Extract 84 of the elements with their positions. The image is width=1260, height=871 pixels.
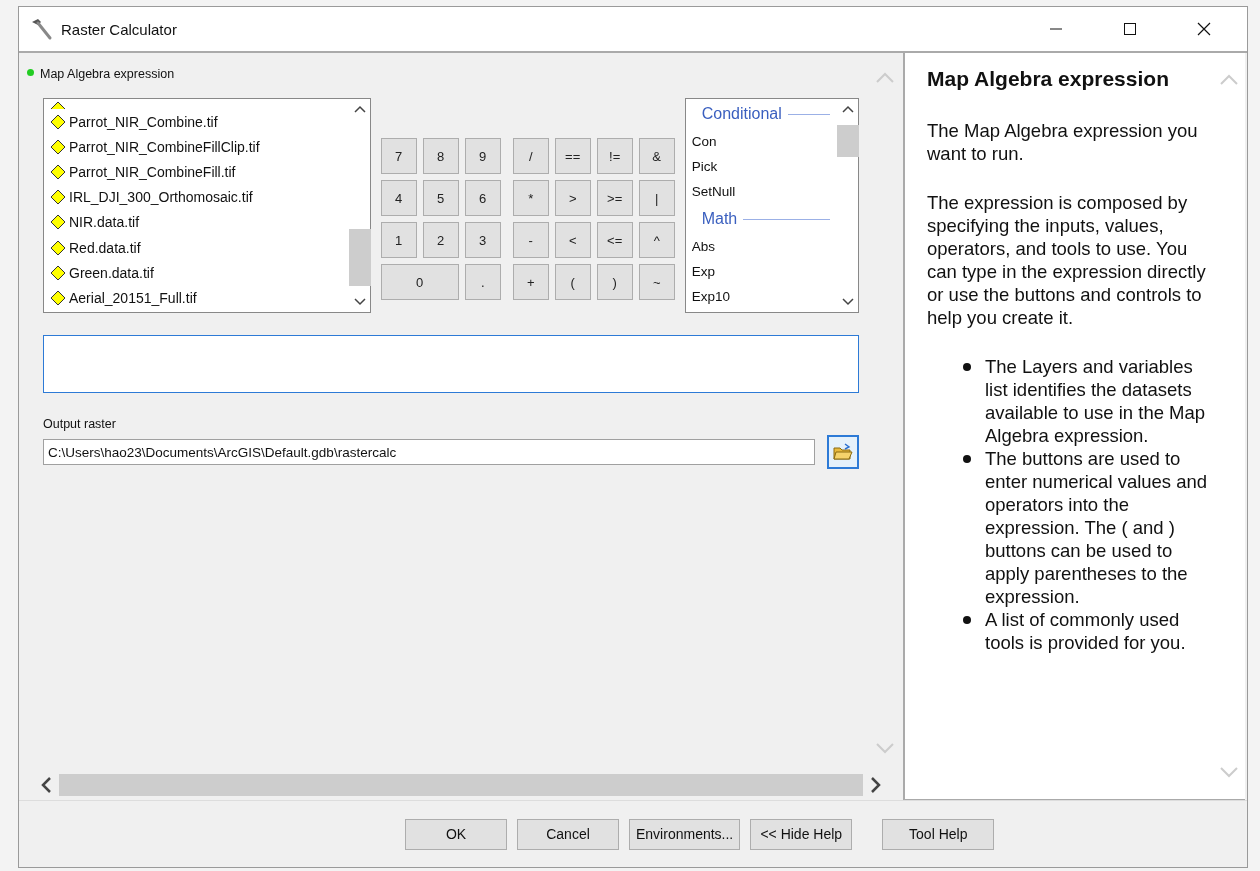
scrollbar-thumb[interactable] bbox=[837, 125, 859, 157]
layer-item[interactable]: NIR.data.tif bbox=[50, 209, 350, 235]
operator-button[interactable]: > bbox=[554, 180, 591, 216]
tool-item[interactable]: Abs bbox=[691, 234, 838, 259]
tool-item[interactable]: Pick bbox=[691, 154, 838, 179]
maximize-icon[interactable] bbox=[1123, 22, 1137, 36]
key-button[interactable]: 2 bbox=[422, 222, 459, 258]
key-button[interactable]: 3 bbox=[464, 222, 501, 258]
tool-item[interactable]: Con bbox=[691, 129, 838, 154]
dialog-button[interactable]: OK bbox=[405, 818, 507, 850]
category-heading: Math bbox=[701, 210, 738, 228]
scroll-down-icon[interactable] bbox=[842, 298, 854, 306]
operator-button[interactable]: * bbox=[512, 180, 549, 216]
layer-item[interactable]: IRL_DJI_300_Orthomosaic.tif bbox=[50, 184, 350, 210]
key-button[interactable]: 9 bbox=[464, 138, 501, 174]
tool-item[interactable]: Exp10 bbox=[691, 284, 838, 309]
close-icon[interactable] bbox=[1197, 22, 1211, 36]
expression-field[interactable] bbox=[43, 335, 859, 393]
dialog-button[interactable]: << Hide Help bbox=[750, 818, 853, 850]
layer-item[interactable]: Parrot_NIR_Combine.tif bbox=[50, 109, 350, 135]
bullet-dot bbox=[963, 455, 971, 463]
scroll-left-icon[interactable] bbox=[39, 776, 53, 794]
browse-button[interactable] bbox=[827, 435, 859, 469]
help-title: Map Algebra expression bbox=[927, 67, 1170, 91]
scrollbar-thumb[interactable] bbox=[348, 229, 371, 286]
operator-button[interactable]: <= bbox=[596, 222, 633, 258]
operator-button[interactable]: != bbox=[596, 138, 633, 174]
operator-button[interactable]: < bbox=[554, 222, 591, 258]
key-button[interactable]: 0 bbox=[380, 264, 459, 300]
diamond-icon bbox=[50, 113, 66, 130]
help-bullet-text: A list of commonly used tools is provided for you. bbox=[985, 608, 1187, 654]
key-button[interactable]: 8 bbox=[422, 138, 459, 174]
operator-button[interactable]: - bbox=[512, 222, 549, 258]
help-paragraph: The Map Algebra expression you want to run. bbox=[927, 119, 1199, 165]
dialog-button[interactable]: Tool Help bbox=[882, 818, 995, 850]
key-button[interactable]: 5 bbox=[422, 180, 459, 216]
layer-item[interactable]: Aerial_20151_Full.tif bbox=[50, 285, 350, 311]
key-button[interactable]: 1 bbox=[380, 222, 417, 258]
operator-button[interactable]: & bbox=[638, 138, 675, 174]
key-button[interactable]: . bbox=[464, 264, 501, 300]
layer-item[interactable]: Parrot_NIR_CombineFillClip.tif bbox=[50, 134, 350, 160]
operator-button[interactable]: ~ bbox=[638, 264, 675, 300]
expression-label: Map Algebra expression bbox=[40, 67, 175, 81]
folder-icon bbox=[833, 443, 853, 461]
help-bullet-text: The buttons are used to enter numerical values and operators into the expression. The ( and ) buttons can be used to apply parentheses to the expression. bbox=[985, 447, 1209, 608]
operator-button[interactable]: ^ bbox=[638, 222, 675, 258]
key-button[interactable]: 6 bbox=[464, 180, 501, 216]
bullet-dot bbox=[963, 363, 971, 371]
operator-button[interactable]: ( bbox=[554, 264, 591, 300]
scroll-up-icon[interactable] bbox=[353, 105, 366, 113]
dialog-button[interactable]: Cancel bbox=[517, 818, 619, 850]
layer-item[interactable]: Green.data.tif bbox=[50, 260, 350, 286]
diamond-icon bbox=[50, 214, 66, 231]
diamond-icon bbox=[50, 189, 66, 206]
output-raster-field[interactable]: C:\Users\hao23\Documents\ArcGIS\Default.gdb\rastercalc bbox=[43, 439, 815, 465]
required-dot bbox=[27, 68, 34, 76]
diamond-icon bbox=[50, 138, 66, 155]
key-button[interactable]: 7 bbox=[380, 138, 417, 174]
operator-button[interactable]: | bbox=[638, 180, 675, 216]
scroll-right-icon[interactable] bbox=[869, 776, 883, 794]
operator-button[interactable]: >= bbox=[596, 180, 633, 216]
tool-item[interactable]: SetNull bbox=[691, 179, 838, 204]
key-button[interactable]: 4 bbox=[380, 180, 417, 216]
operator-button[interactable]: ) bbox=[596, 264, 633, 300]
operator-button[interactable]: + bbox=[512, 264, 549, 300]
diamond-icon bbox=[50, 239, 66, 256]
bullet-dot bbox=[963, 616, 971, 624]
layer-item[interactable]: Red.data.tif bbox=[50, 234, 350, 261]
scroll-up-icon[interactable] bbox=[842, 105, 854, 113]
diamond-icon bbox=[50, 289, 66, 306]
diamond-icon bbox=[50, 163, 66, 180]
output-raster-label: Output raster bbox=[43, 417, 117, 431]
dialog-button[interactable]: Environments... bbox=[629, 818, 741, 850]
category-heading: Conditional bbox=[701, 105, 782, 123]
help-paragraph: The expression is composed by specifying the inputs, values, operators, and tools to use. You can type in the expression directly or use the buttons and controls to help you create it. bbox=[927, 191, 1207, 329]
scroll-down-icon[interactable] bbox=[353, 298, 366, 306]
tool-item[interactable]: Exp bbox=[691, 259, 838, 284]
window-title: Raster Calculator bbox=[61, 20, 177, 38]
diamond-icon bbox=[50, 264, 66, 281]
layer-item[interactable]: Parrot_NIR_CombineFill.tif bbox=[50, 159, 350, 185]
help-bullet-text: The Layers and variables list identifies the datasets available to use in the Map Algebra expression. bbox=[985, 355, 1207, 447]
operator-button[interactable]: / bbox=[512, 138, 549, 174]
scrollbar-thumb[interactable] bbox=[59, 774, 863, 796]
operator-button[interactable]: == bbox=[554, 138, 591, 174]
